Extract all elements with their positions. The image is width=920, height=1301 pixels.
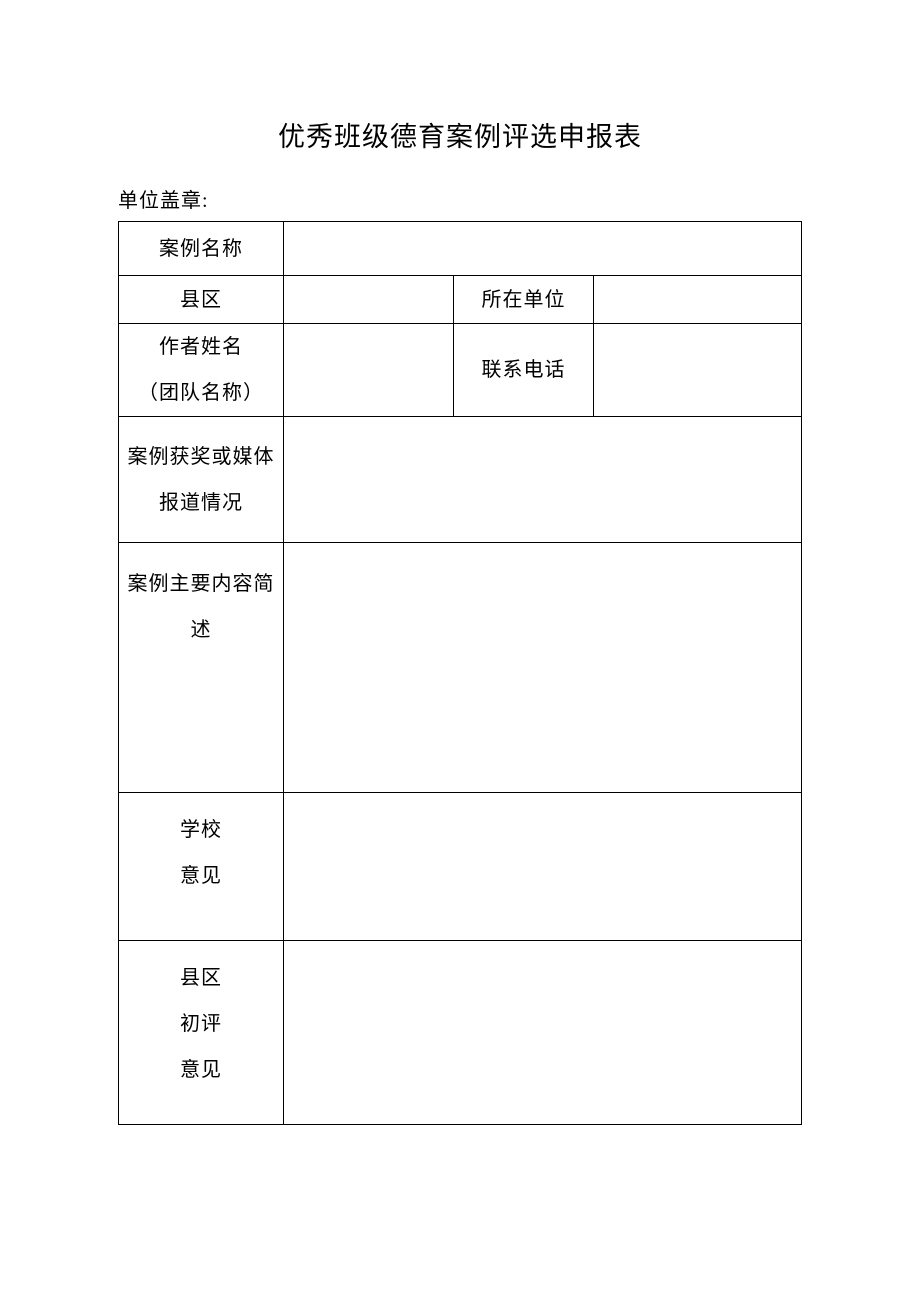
summary-label-line2: 述 [191, 619, 212, 641]
page-title: 优秀班级德育案例评选申报表 [118, 115, 802, 154]
phone-label: 联系电话 [454, 324, 594, 417]
row-school-opinion: 学校 意见 [119, 793, 802, 941]
stamp-label: 单位盖章: [118, 184, 802, 213]
award-label-line2: 报道情况 [159, 492, 243, 514]
unit-label: 所在单位 [454, 276, 594, 324]
row-award: 案例获奖或媒体 报道情况 [119, 417, 802, 543]
application-form-table: 案例名称 县区 所在单位 作者姓名 （团队名称） 联系电话 案例获奖或媒体 报道… [118, 221, 802, 1125]
county-opinion-label: 县区 初评 意见 [119, 941, 284, 1125]
summary-label-line1: 案例主要内容简 [128, 573, 275, 595]
row-author-phone: 作者姓名 （团队名称） 联系电话 [119, 324, 802, 417]
author-label-line2: （团队名称） [138, 382, 264, 404]
summary-value[interactable] [284, 543, 802, 793]
county-value[interactable] [284, 276, 454, 324]
unit-value[interactable] [594, 276, 802, 324]
author-label-line1: 作者姓名 [159, 336, 243, 358]
author-label: 作者姓名 （团队名称） [119, 324, 284, 417]
school-opinion-value[interactable] [284, 793, 802, 941]
row-summary: 案例主要内容简 述 [119, 543, 802, 793]
award-label: 案例获奖或媒体 报道情况 [119, 417, 284, 543]
phone-value[interactable] [594, 324, 802, 417]
school-opinion-label-line1: 学校 [180, 819, 222, 841]
page-container: 优秀班级德育案例评选申报表 单位盖章: 案例名称 县区 所在单位 作者姓名 （团… [0, 0, 920, 1125]
author-value[interactable] [284, 324, 454, 417]
award-label-line1: 案例获奖或媒体 [128, 446, 275, 468]
case-name-label: 案例名称 [119, 222, 284, 276]
row-county-opinion: 县区 初评 意见 [119, 941, 802, 1125]
county-opinion-label-line3: 意见 [180, 1059, 222, 1081]
school-opinion-label: 学校 意见 [119, 793, 284, 941]
row-county-unit: 县区 所在单位 [119, 276, 802, 324]
county-opinion-label-line1: 县区 [180, 967, 222, 989]
award-value[interactable] [284, 417, 802, 543]
summary-label: 案例主要内容简 述 [119, 543, 284, 793]
county-label: 县区 [119, 276, 284, 324]
row-case-name: 案例名称 [119, 222, 802, 276]
school-opinion-label-line2: 意见 [180, 865, 222, 887]
county-opinion-label-line2: 初评 [180, 1013, 222, 1035]
case-name-value[interactable] [284, 222, 802, 276]
county-opinion-value[interactable] [284, 941, 802, 1125]
